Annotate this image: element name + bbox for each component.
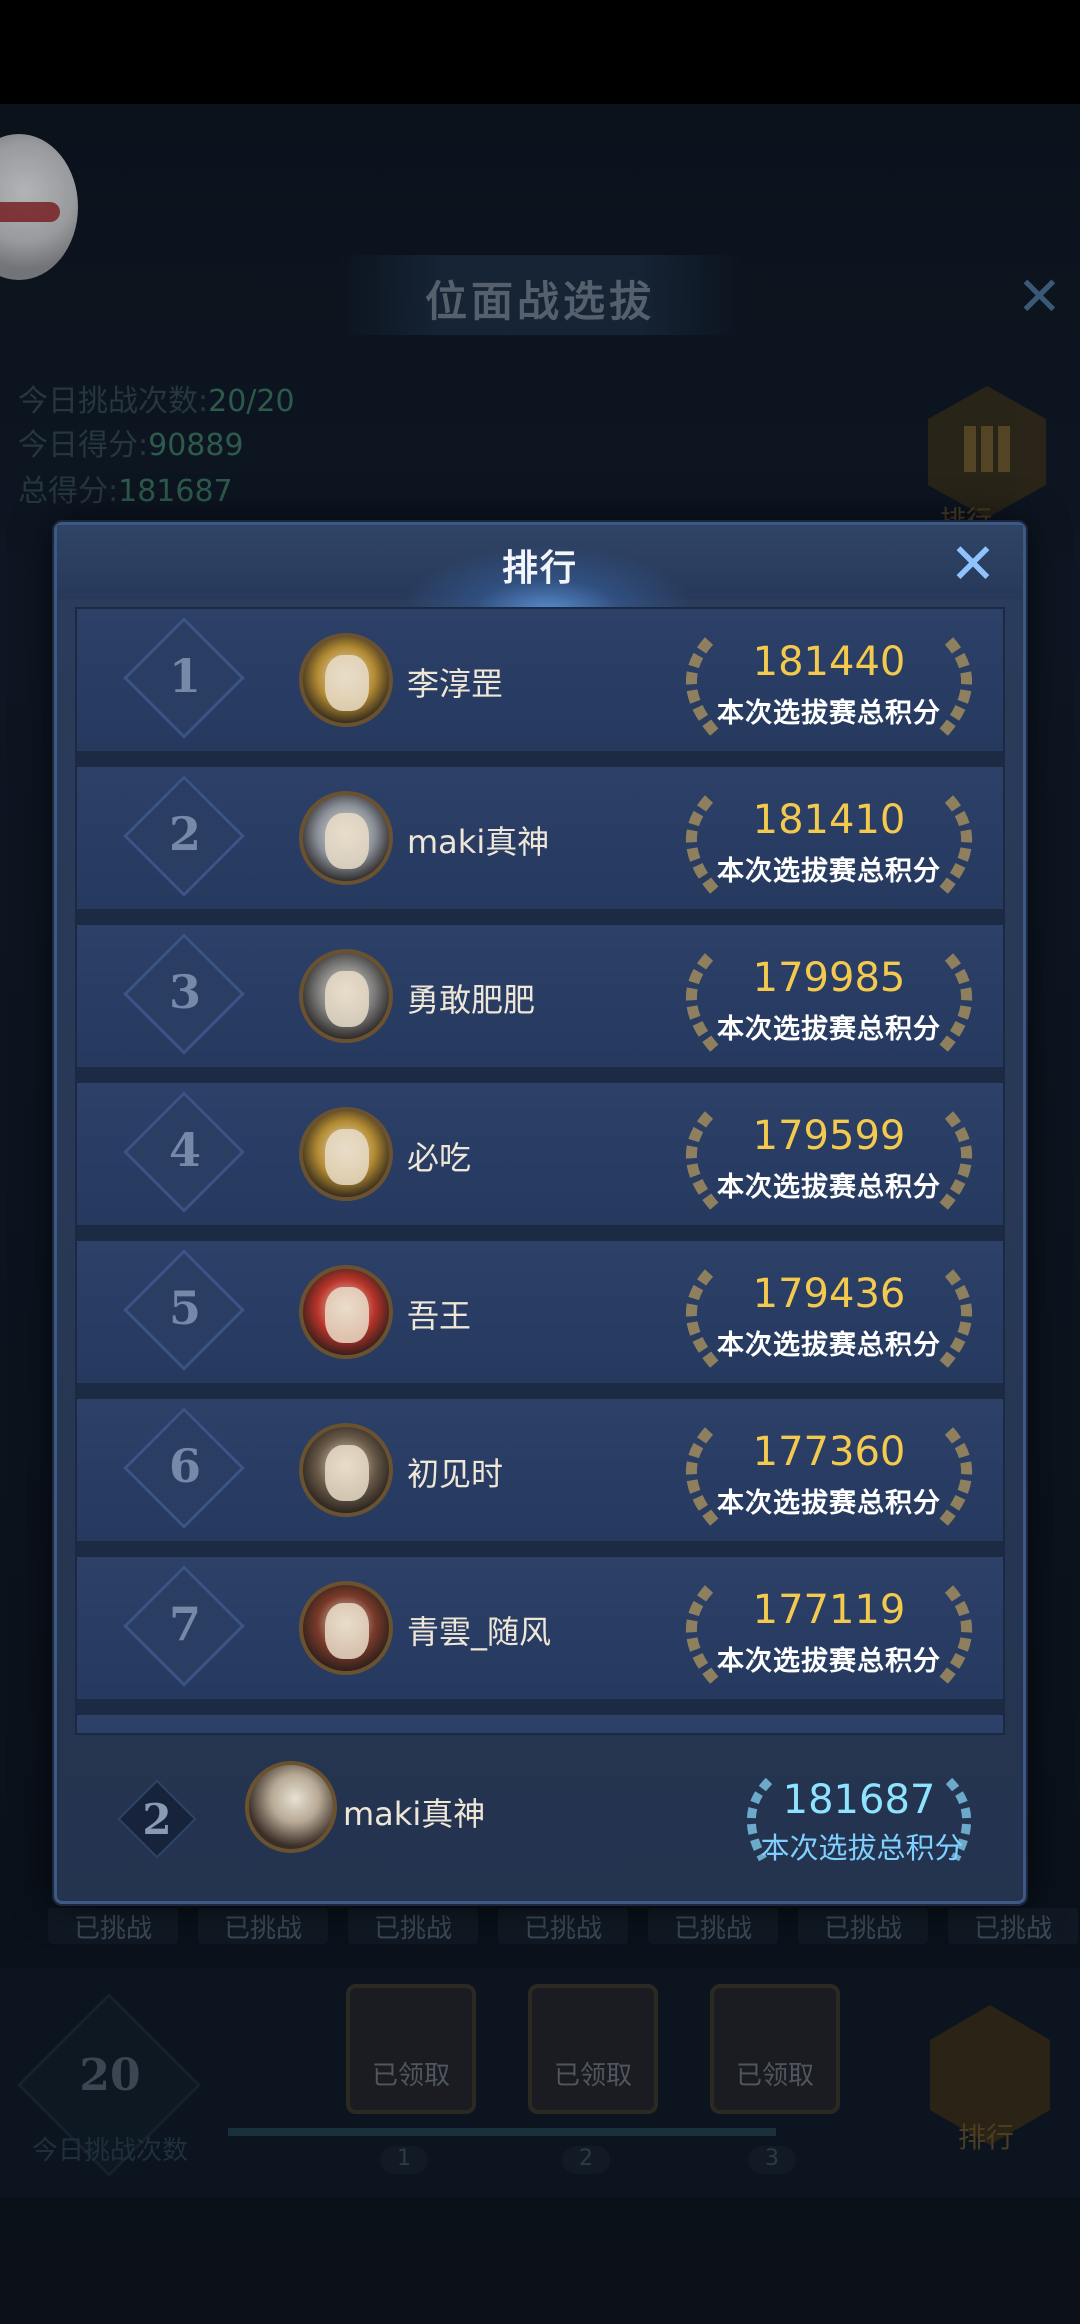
modal-title: 排行 [501,547,578,589]
player-score: 179436 [752,1271,906,1317]
ranking-modal: 排行 ✕ 1 李淳罡 181440 本次选拔赛总积分 2 maki真神 181410 本次选拔… [54,522,1026,1904]
player-score: 177360 [752,1429,906,1475]
score-label: 本次选拔赛总积分 [717,698,941,729]
player-name: maki真神 [407,823,550,861]
avatar-face [325,1129,369,1185]
ranking-row[interactable]: 2 maki真神 181410 本次选拔赛总积分 [77,767,1003,925]
player-name: 必吃 [407,1139,472,1177]
page-title: 位面战选拔 [424,277,655,326]
player-avatar[interactable] [299,949,393,1043]
stat-today-attempts: 今日挑战次数:20/20 [18,384,295,419]
progress-step-3: 3 [748,2146,796,2174]
game-screen: 位面战选拔 ✕ 今日挑战次数:20/20 今日得分:90889 总得分:1816… [0,0,1080,2324]
progress-step-1: 1 [380,2146,428,2174]
rank-number: 6 [168,1439,201,1493]
stat-today-score: 今日得分:90889 [18,428,244,463]
avatar-face [325,813,369,869]
rank-number: 4 [168,1123,201,1177]
challenge-tag: 已挑战 [648,1908,778,1944]
ranking-row[interactable]: 6 初见时 177360 本次选拔赛总积分 [77,1399,1003,1557]
score-label: 本次选拔赛总积分 [717,1172,941,1203]
avatar-face [325,971,369,1027]
player-avatar[interactable] [299,1265,393,1359]
player-name: 初见时 [407,1455,504,1493]
ranking-row[interactable]: 5 吾王 179436 本次选拔赛总积分 [77,1241,1003,1399]
challenge-tag: 已挑战 [198,1908,328,1944]
stat-total-score: 总得分:181687 [18,474,233,509]
own-rank: 2 [142,1795,172,1844]
trophy-label: 排行 [958,2121,1015,2154]
player-avatar-icon[interactable] [0,134,78,280]
rank-number: 5 [168,1281,201,1335]
score-label: 本次选拔赛总积分 [717,1488,941,1519]
avatar-face [325,655,369,711]
challenge-tag: 已挑战 [498,1908,628,1944]
challenge-tag: 已挑战 [948,1908,1078,1944]
reward-chest-3[interactable]: 已领取 [710,1984,840,2114]
rank-number: 1 [168,649,201,703]
player-name: 吾王 [407,1297,472,1335]
player-avatar[interactable] [299,1423,393,1517]
score-label: 本次选拔赛总积分 [717,856,941,887]
player-score: 179599 [752,1113,906,1159]
player-score: 179985 [752,955,906,1001]
score-label: 本次选拔赛总积分 [717,1014,941,1045]
ranking-row[interactable]: 3 勇敢肥肥 179985 本次选拔赛总积分 [77,925,1003,1083]
reward-chest-1[interactable]: 已领取 [346,1984,476,2114]
player-avatar[interactable] [299,1581,393,1675]
player-score: 181410 [752,797,906,843]
reward-progress-bar [228,2128,776,2136]
challenge-tag: 已挑战 [798,1908,928,1944]
rank-number: 7 [168,1597,201,1651]
score-label: 本次选拔赛总积分 [717,1330,941,1361]
ranking-row-partial[interactable] [77,1715,1003,1733]
rank-number: 2 [168,807,201,861]
player-avatar[interactable] [299,633,393,727]
ranking-list[interactable]: 1 李淳罡 181440 本次选拔赛总积分 2 maki真神 181410 本次选拔赛总积分 3… [75,607,1005,1735]
player-name: 李淳罡 [407,665,504,703]
player-name: 勇敢肥肥 [407,981,536,1019]
ranking-row[interactable]: 1 李淳罡 181440 本次选拔赛总积分 [77,609,1003,767]
own-name: maki真神 [343,1795,486,1833]
reward-chest-2[interactable]: 已领取 [528,1984,658,2114]
close-icon[interactable]: ✕ [1017,270,1062,324]
challenge-tag: 已挑战 [348,1908,478,1944]
avatar-face [325,1603,369,1659]
player-score: 177119 [752,1587,906,1633]
ranking-hex-button[interactable] [928,386,1046,518]
close-icon[interactable]: ✕ [945,537,1001,595]
player-score: 181440 [752,639,906,685]
challenge-tag: 已挑战 [48,1908,178,1944]
ranking-row[interactable]: 7 青雲_随风 177119 本次选拔赛总积分 [77,1557,1003,1715]
own-score: 181687 [782,1777,936,1823]
score-label: 本次选拔赛总积分 [717,1646,941,1677]
rank-number: 3 [168,965,201,1019]
player-avatar[interactable] [299,1107,393,1201]
player-name: 青雲_随风 [407,1613,552,1651]
progress-step-2: 2 [562,2146,610,2174]
today-count-label: 今日挑战次数 [31,2136,188,2166]
today-count: 20 [79,2050,141,2101]
avatar-face [325,1445,369,1501]
own-avatar[interactable] [245,1761,337,1853]
ranking-row[interactable]: 4 必吃 179599 本次选拔赛总积分 [77,1083,1003,1241]
own-score-label: 本次选拔总积分 [760,1831,964,1865]
player-avatar[interactable] [299,791,393,885]
avatar-face [325,1287,369,1343]
